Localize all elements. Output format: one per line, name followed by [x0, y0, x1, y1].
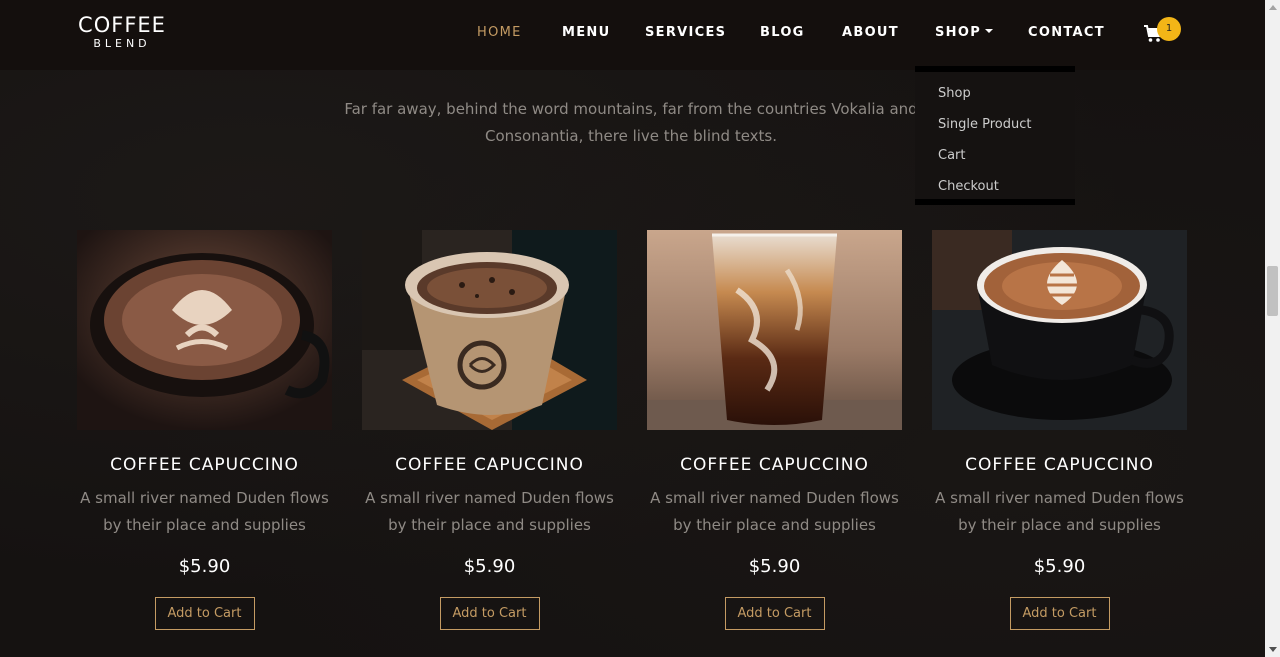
product-desc-line-1: A small river named Duden flows [935, 489, 1184, 507]
add-to-cart-button[interactable]: Add to Cart [154, 597, 255, 630]
add-to-cart-button[interactable]: Add to Cart [1009, 597, 1110, 630]
product-title[interactable]: COFFEE CAPUCCINO [77, 455, 332, 475]
add-to-cart-button[interactable]: Add to Cart [439, 597, 540, 630]
scrollbar-thumb[interactable] [1267, 266, 1278, 316]
product-title[interactable]: COFFEE CAPUCCINO [647, 455, 902, 475]
scroll-up-arrow-icon[interactable] [1269, 5, 1277, 10]
nav-blog[interactable]: BLOG [760, 25, 805, 40]
product-desc-line-1: A small river named Duden flows [365, 489, 614, 507]
product-price: $5.90 [748, 556, 801, 577]
dropdown-item-checkout[interactable]: Checkout [938, 179, 999, 194]
product-price: $5.90 [178, 556, 231, 577]
product-image-latte-art-cup[interactable] [77, 230, 332, 430]
product-image-black-cup-latte[interactable] [932, 230, 1187, 430]
nav-shop[interactable]: SHOP [935, 25, 994, 40]
navbar: COFFEE BLEND HOME MENU SERVICES BLOG ABO… [0, 0, 1265, 70]
caret-down-icon [985, 28, 994, 33]
product-desc-line-2: by their place and supplies [388, 516, 591, 534]
product-desc-line-2: by their place and supplies [958, 516, 1161, 534]
product-description: A small river named Duden flows by their… [362, 485, 617, 539]
product-card: COFFEE CAPUCCINO A small river named Dud… [932, 230, 1187, 630]
product-description: A small river named Duden flows by their… [932, 485, 1187, 539]
nav-home[interactable]: HOME [477, 25, 522, 40]
intro-line-2: Consonantia, there live the blind texts. [484, 127, 778, 145]
nav-about[interactable]: ABOUT [842, 25, 899, 40]
product-image-iced-coffee[interactable] [647, 230, 902, 430]
section-intro-text: Far far away, behind the word mountains,… [340, 96, 922, 150]
product-desc-line-1: A small river named Duden flows [650, 489, 899, 507]
product-desc-line-1: A small river named Duden flows [80, 489, 329, 507]
nav-menu[interactable]: MENU [562, 25, 610, 40]
product-card: COFFEE CAPUCCINO A small river named Dud… [362, 230, 617, 630]
nav-shop-label: SHOP [935, 25, 982, 40]
product-image-paper-cup[interactable] [362, 230, 617, 430]
product-description: A small river named Duden flows by their… [647, 485, 902, 539]
product-card: COFFEE CAPUCCINO A small river named Dud… [77, 230, 332, 630]
product-desc-line-2: by their place and supplies [103, 516, 306, 534]
product-desc-line-2: by their place and supplies [673, 516, 876, 534]
product-title[interactable]: COFFEE CAPUCCINO [932, 455, 1187, 475]
cart-button[interactable]: 1 [1143, 17, 1183, 46]
nav-services[interactable]: SERVICES [645, 25, 726, 40]
intro-line-1: Far far away, behind the word mountains,… [344, 100, 918, 118]
main-nav: HOME MENU SERVICES BLOG ABOUT SHOP CONTA… [0, 0, 1265, 70]
nav-contact[interactable]: CONTACT [1028, 25, 1105, 40]
cart-count-badge: 1 [1157, 17, 1181, 41]
dropdown-item-cart[interactable]: Cart [938, 148, 966, 163]
product-price: $5.90 [463, 556, 516, 577]
product-description: A small river named Duden flows by their… [77, 485, 332, 539]
dropdown-item-single-product[interactable]: Single Product [938, 117, 1031, 132]
product-price: $5.90 [1033, 556, 1086, 577]
product-card: COFFEE CAPUCCINO A small river named Dud… [647, 230, 902, 630]
dropdown-item-shop[interactable]: Shop [938, 86, 971, 101]
page-scrollbar[interactable] [1265, 0, 1280, 657]
scroll-down-arrow-icon[interactable] [1269, 647, 1277, 652]
add-to-cart-button[interactable]: Add to Cart [724, 597, 825, 630]
shop-dropdown-menu: Shop Single Product Cart Checkout [915, 66, 1075, 205]
product-title[interactable]: COFFEE CAPUCCINO [362, 455, 617, 475]
